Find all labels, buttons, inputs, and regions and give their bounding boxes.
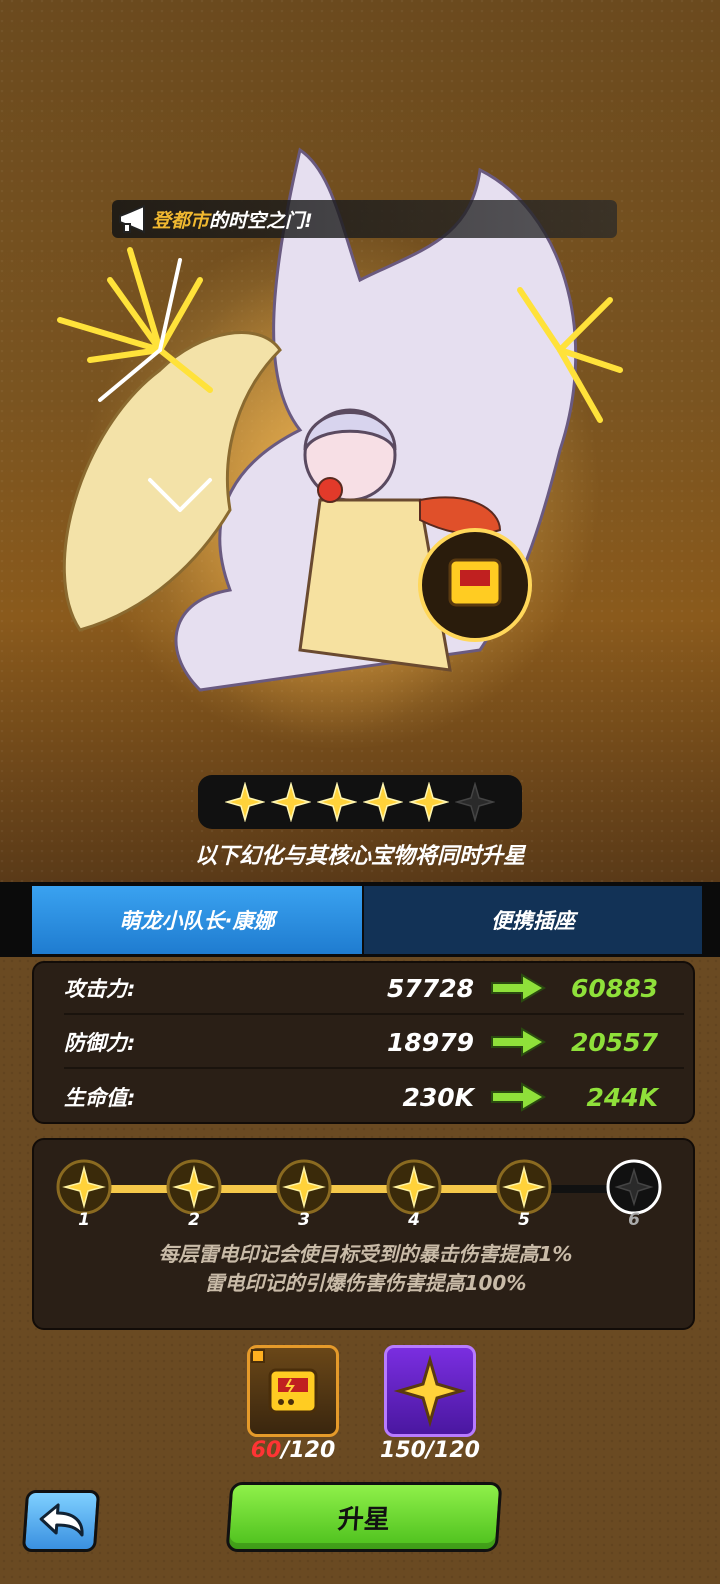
arrow-right-icon bbox=[491, 1027, 546, 1057]
back-arrow-icon bbox=[39, 1503, 84, 1537]
stat-old-value: 18979 bbox=[387, 1027, 474, 1057]
stat-label: 生命值: bbox=[64, 1086, 136, 1110]
level-node-unlocked-icon[interactable] bbox=[55, 1158, 113, 1216]
star-filled-icon bbox=[317, 782, 357, 822]
description-line: 雷电印记的引爆伤害伤害提高100% bbox=[204, 1271, 527, 1295]
level-node-unlocked-icon[interactable] bbox=[275, 1158, 333, 1216]
material-count-socket: 60/120 bbox=[233, 1438, 353, 1463]
level-node-unlocked-icon[interactable] bbox=[495, 1158, 553, 1216]
tab-bar: 萌龙小队长·康娜 便携插座 bbox=[0, 882, 720, 957]
arrow-right-icon bbox=[491, 1082, 546, 1112]
stat-label: 攻击力: bbox=[64, 977, 136, 1001]
material-need: /120 bbox=[425, 1438, 480, 1463]
megaphone-icon bbox=[119, 204, 145, 234]
upgrade-subtitle: 以下幻化与其核心宝物将同时升星 bbox=[194, 844, 525, 869]
level-number: 3 bbox=[298, 1210, 310, 1230]
star-filled-icon bbox=[363, 782, 403, 822]
level-number: 5 bbox=[518, 1210, 530, 1230]
tab-character[interactable]: 萌龙小队长·康娜 bbox=[32, 886, 362, 954]
material-have: 60 bbox=[250, 1438, 282, 1463]
stat-old-value: 57728 bbox=[387, 973, 474, 1003]
level-node-locked-icon[interactable] bbox=[605, 1158, 663, 1216]
material-slot-star[interactable] bbox=[384, 1345, 476, 1437]
announcement-banner: 登都市 的时空之门! bbox=[112, 200, 617, 238]
banner-text: 的时空之门! bbox=[209, 209, 313, 232]
star-filled-icon bbox=[409, 782, 449, 822]
level-track-panel: 1 2 3 4 5 6 每层雷电印记会使目标受到的暴击伤害提高1% 雷电印记的引… bbox=[32, 1138, 695, 1330]
banner-highlight: 登都市 bbox=[152, 209, 210, 232]
star-rating bbox=[198, 775, 522, 829]
level-number: 4 bbox=[408, 1210, 420, 1230]
level-description: 每层雷电印记会使目标受到的暴击伤害提高1% 雷电印记的引爆伤害伤害提高100% bbox=[34, 1240, 697, 1298]
level-number: 1 bbox=[78, 1210, 90, 1230]
arrow-right-icon bbox=[491, 973, 546, 1003]
level-number: 6 bbox=[628, 1210, 640, 1230]
stats-panel: 攻击力: 57728 60883 防御力: 18979 20557 生命值: 2… bbox=[32, 961, 695, 1124]
back-button[interactable] bbox=[21, 1490, 101, 1552]
level-node-unlocked-icon[interactable] bbox=[165, 1158, 223, 1216]
stat-label: 防御力: bbox=[64, 1031, 136, 1055]
star-filled-icon bbox=[271, 782, 311, 822]
description-line: 每层雷电印记会使目标受到的暴击伤害提高1% bbox=[158, 1242, 573, 1266]
stat-row-defense: 防御力: 18979 20557 bbox=[64, 1017, 684, 1069]
stat-new-value: 20557 bbox=[571, 1027, 658, 1057]
gold-star-icon bbox=[393, 1354, 467, 1428]
star-empty-icon bbox=[455, 782, 495, 822]
portable-socket-icon bbox=[251, 1349, 318, 1414]
stat-row-attack: 攻击力: 57728 60883 bbox=[64, 963, 684, 1015]
stat-row-hp: 生命值: 230K 244K bbox=[64, 1071, 684, 1123]
star-filled-icon bbox=[225, 782, 265, 822]
material-have: 150 bbox=[380, 1438, 426, 1463]
level-node-unlocked-icon[interactable] bbox=[385, 1158, 443, 1216]
material-count-star: 150/120 bbox=[370, 1438, 490, 1463]
stat-new-value: 60883 bbox=[571, 973, 658, 1003]
level-number: 2 bbox=[188, 1210, 200, 1230]
upgrade-star-button[interactable]: 升星 bbox=[225, 1482, 503, 1552]
stat-old-value: 230K bbox=[402, 1082, 474, 1112]
stat-new-value: 244K bbox=[586, 1082, 658, 1112]
material-need: /120 bbox=[281, 1438, 336, 1463]
material-slot-socket[interactable] bbox=[247, 1345, 339, 1437]
tab-treasure[interactable]: 便携插座 bbox=[364, 886, 702, 954]
